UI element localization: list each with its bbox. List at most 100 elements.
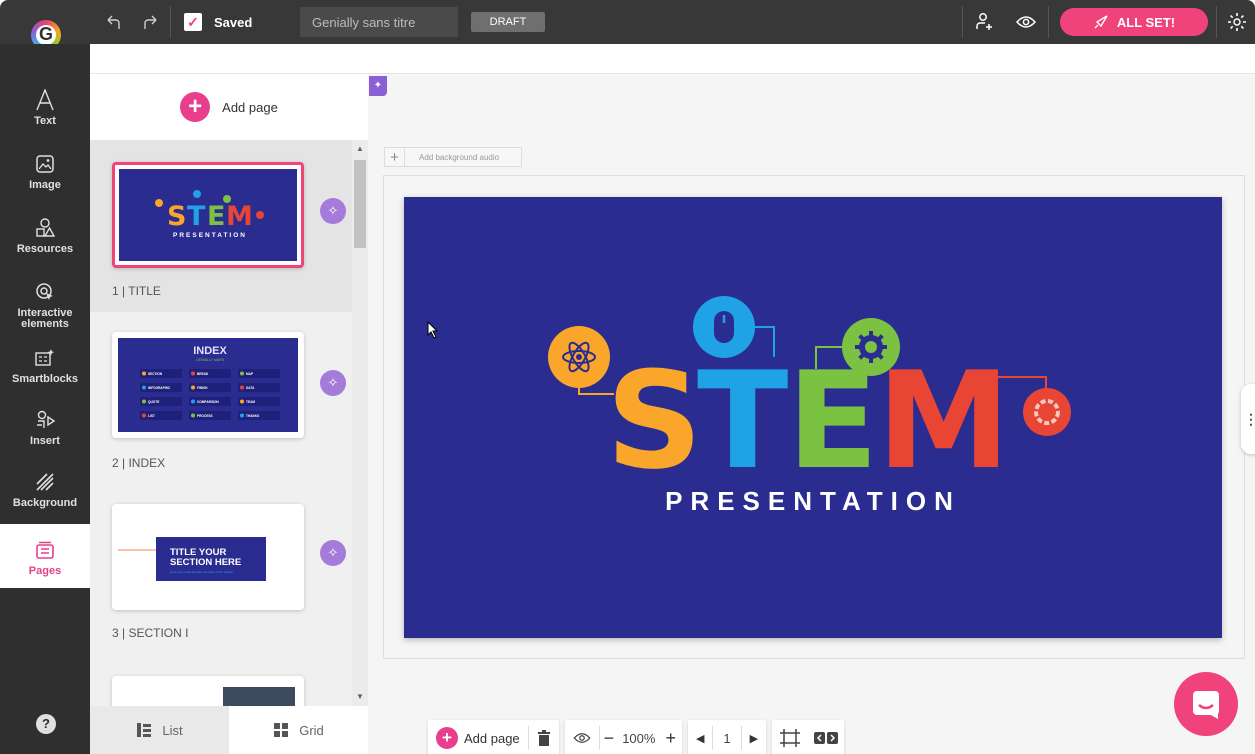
grid-view-button[interactable]: Grid [229,706,368,754]
minus-icon: − [603,727,615,748]
preview-button[interactable] [1010,6,1042,38]
tool-pages[interactable]: Pages [0,524,90,588]
magic-wand-icon[interactable]: ✧ [320,370,346,396]
svg-text:M: M [226,201,253,232]
zoom-in-button[interactable]: + [659,720,682,754]
background-icon [34,470,56,494]
tool-label: Smartblocks [11,373,79,385]
svg-text:COMPARISON: COMPARISON [197,400,219,404]
magic-wand-icon[interactable]: ✧ [320,540,346,566]
tool-smartblocks[interactable]: Smartblocks [0,346,90,385]
svg-text:SECTION: SECTION [148,372,163,376]
pin-panel-icon[interactable]: ✦ [369,76,387,96]
page-actions-group: + Add page [428,720,559,754]
delete-page-button[interactable] [529,720,559,754]
insert-icon [34,408,56,432]
page-label: 1 | TITLE [112,284,161,298]
add-page-label: Add page [222,99,278,115]
grid-icon [274,723,289,737]
crop-frame-icon [780,729,801,747]
scroll-up-icon[interactable]: ▲ [355,144,365,154]
add-user-icon [976,13,992,30]
bottom-toolbar: + Add page − 100% + ◀ 1 ▶ [428,720,845,754]
svg-text:BREAK: BREAK [197,372,209,376]
scroll-down-icon[interactable]: ▼ [355,692,365,702]
add-collaborator-button[interactable] [966,6,1002,38]
tool-background[interactable]: Background [0,470,90,509]
code-view-button[interactable] [808,720,844,754]
plus-icon: + [665,727,676,748]
page-thumbnail[interactable]: TITLE YOUR SECTION HERE Here you could d… [112,504,304,610]
tool-text[interactable]: Text [0,88,90,127]
svg-text:PRESENTATION: PRESENTATION [173,232,247,239]
pages-scrollbar[interactable]: ▲ ▼ [352,140,368,710]
zoom-out-button[interactable]: − [600,720,619,754]
thumb-section-slide: TITLE YOUR SECTION HERE Here you could d… [118,510,298,604]
undo-icon [107,15,120,29]
add-background-audio[interactable]: + Add background audio [384,147,522,167]
logo-letter: G [38,24,53,44]
preview-page-button[interactable] [565,720,599,754]
svg-text:QUOTE: QUOTE [148,400,159,404]
pages-panel: + Add page S T E M PRESENTATION ✧ 1 | TI… [90,74,368,754]
svg-text:T: T [187,201,206,232]
chat-support-button[interactable] [1174,672,1238,736]
page-item[interactable]: TITLE YOUR SECTION HERE Here you could d… [90,482,352,654]
stem-letter-t: T [697,343,788,499]
stem-letter-s: S [606,343,703,499]
chat-icon [1193,691,1219,719]
side-panel-handle[interactable]: ⋮ [1241,384,1255,454]
scroll-thumb[interactable] [354,160,366,248]
tool-label: Interactive elements [17,307,73,330]
zoom-level: 100% [622,730,656,746]
image-icon [35,152,55,176]
plus-icon: + [385,148,405,166]
divider [1216,6,1217,38]
page-item[interactable] [90,654,352,736]
view-toggle: List Grid [90,706,368,754]
page-thumbnail[interactable]: INDEX GENIALLY MARS SECTION BREAK MAP IN… [112,332,304,438]
svg-text:MAP: MAP [246,372,254,376]
page-label: 3 | SECTION I [112,626,189,640]
tool-insert[interactable]: Insert [0,408,90,447]
caret-right-icon: ▶ [749,732,759,745]
tool-label: Background [12,497,78,509]
page-item[interactable]: INDEX GENIALLY MARS SECTION BREAK MAP IN… [90,312,352,482]
undo-button[interactable] [98,6,128,38]
settings-button[interactable] [1222,6,1252,38]
add-page-bottom-label: Add page [464,730,520,746]
top-bar: ✓ Saved DRAFT ALL SET! [0,0,1255,44]
check-icon: ✓ [184,13,202,31]
page-item[interactable]: S T E M PRESENTATION ✧ 1 | TITLE [90,140,352,312]
next-page-button[interactable]: ▶ [742,720,766,754]
tool-resources[interactable]: Resources [0,216,90,255]
page-thumbnail[interactable]: S T E M PRESENTATION [112,162,304,268]
slide-canvas[interactable]: S T E M PRESENTATION [404,197,1222,638]
prev-page-button[interactable]: ◀ [688,720,712,754]
zoom-group: − 100% + [564,720,682,754]
all-set-button[interactable]: ALL SET! [1060,8,1208,36]
tool-interactive-elements[interactable]: Interactive elements [0,280,90,330]
rocket-icon [1094,15,1108,29]
add-page-button[interactable]: + Add page [90,74,368,140]
target-icon [1023,388,1071,436]
page-nav-group: ◀ 1 ▶ [687,720,767,754]
add-page-bottom-button[interactable]: + Add page [428,720,528,754]
magic-wand-icon[interactable]: ✧ [320,198,346,224]
project-title-input[interactable] [300,7,458,37]
fit-screen-button[interactable] [772,720,808,754]
page-number: 1 [723,730,731,746]
pages-icon [35,538,55,562]
sub-toolbar [90,44,1255,74]
list-view-button[interactable]: List [90,706,229,754]
grid-label: Grid [299,722,324,738]
fit-group [772,720,845,754]
help-icon[interactable]: ? [36,714,56,734]
all-set-label: ALL SET! [1116,14,1176,30]
trash-icon [537,730,550,746]
redo-button[interactable] [136,6,166,38]
tool-image[interactable]: Image [0,152,90,191]
svg-text:LIST: LIST [148,414,155,418]
thumb-index-slide: INDEX GENIALLY MARS SECTION BREAK MAP IN… [118,338,298,432]
shapes-icon [34,216,56,240]
